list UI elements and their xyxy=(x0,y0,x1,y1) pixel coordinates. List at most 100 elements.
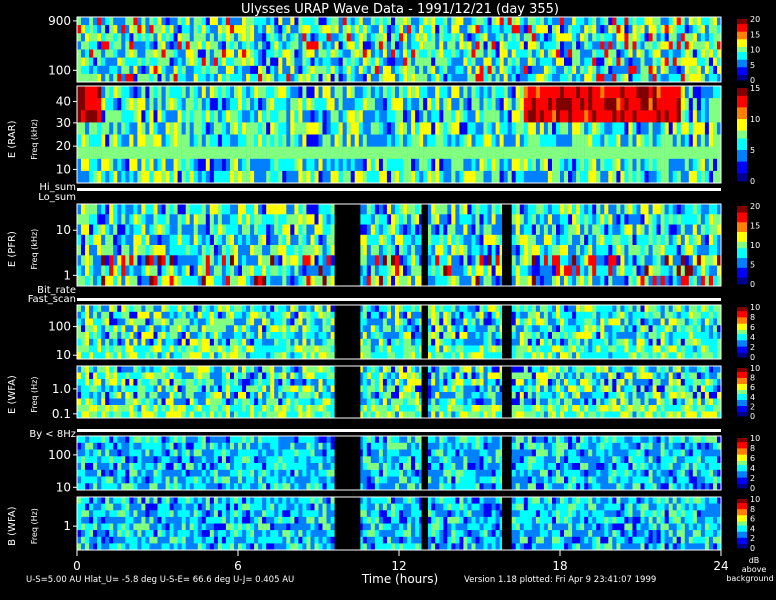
spectrogram-cell xyxy=(326,49,331,58)
spectrogram-cell xyxy=(193,146,198,159)
spectrogram-cell xyxy=(592,204,597,215)
spectrogram-cell xyxy=(270,265,275,277)
spectrogram-cell xyxy=(527,224,533,236)
spectrogram-cell xyxy=(511,275,516,287)
spectrogram-cell xyxy=(161,345,166,353)
spectrogram-cell xyxy=(125,204,130,215)
spectrogram-cell xyxy=(250,134,255,147)
spectrogram-cell xyxy=(330,234,335,246)
spectrogram-cell xyxy=(213,332,219,339)
spectrogram-cell xyxy=(576,134,581,147)
spectrogram-cell xyxy=(334,158,339,172)
spectrogram-cell xyxy=(395,345,400,353)
spectrogram-cell xyxy=(487,41,492,50)
spectrogram-cell xyxy=(286,170,291,184)
spectrogram-cell xyxy=(399,134,404,147)
spectrogram-cell xyxy=(370,345,376,353)
spectrogram-cell xyxy=(531,86,537,99)
spectrogram-cell xyxy=(527,41,533,50)
spectrogram-cell xyxy=(656,41,661,50)
spectrogram-cell xyxy=(282,224,287,236)
panel-ylabel-sub: Freq (kHz) xyxy=(30,229,39,270)
spectrogram-cell xyxy=(684,57,690,66)
spectrogram-cell xyxy=(185,57,190,66)
spectrogram-cell xyxy=(608,214,613,225)
spectrogram-cell xyxy=(213,224,219,236)
spectrogram-cell xyxy=(217,255,223,266)
spectrogram-cell xyxy=(121,204,126,215)
spectrogram-cell xyxy=(652,234,657,246)
spectrogram-cell xyxy=(660,158,665,172)
spectrogram-cell xyxy=(519,57,525,66)
spectrogram-cell xyxy=(580,245,585,256)
spectrogram-cell xyxy=(531,352,537,360)
spectrogram-cell xyxy=(455,86,460,99)
spectrogram-cell xyxy=(487,214,492,225)
spectrogram-cell xyxy=(463,345,468,353)
spectrogram-cell xyxy=(161,134,166,147)
spectrogram-cell xyxy=(314,73,319,83)
spectrogram-cell xyxy=(302,214,307,225)
spectrogram-cell xyxy=(382,41,388,50)
spectrogram-cell xyxy=(684,204,690,215)
spectrogram-cell xyxy=(217,275,223,287)
spectrogram-cell xyxy=(475,224,480,236)
spectrogram-cell xyxy=(310,311,315,319)
spectrogram-cell xyxy=(189,33,194,42)
spectrogram-cell xyxy=(491,332,496,339)
spectrogram-cell xyxy=(358,25,364,34)
spectrogram-cell xyxy=(169,158,174,172)
spectrogram-cell xyxy=(511,65,516,75)
spectrogram-cell xyxy=(338,17,343,26)
spectrogram-cell xyxy=(173,158,178,172)
spectrogram-cell xyxy=(278,65,283,75)
spectrogram-cell xyxy=(254,311,259,319)
spectrogram-cell xyxy=(552,305,557,312)
spectrogram-cell xyxy=(584,234,589,246)
spectrogram-cell xyxy=(475,41,480,50)
spectrogram-cell xyxy=(608,57,613,66)
spectrogram-cell xyxy=(483,265,488,277)
spectrogram-cell xyxy=(129,245,134,256)
spectrogram-cell xyxy=(713,204,718,215)
spectrogram-cell xyxy=(708,255,714,266)
spectrogram-cell xyxy=(483,345,488,353)
spectrogram-cell xyxy=(604,325,609,333)
spectrogram-cell xyxy=(499,170,504,184)
spectrogram-cell xyxy=(310,146,315,159)
spectrogram-cell xyxy=(310,25,315,34)
spectrogram-cell xyxy=(560,305,565,312)
spectrogram-cell xyxy=(258,98,263,111)
spectrogram-cell xyxy=(125,338,130,346)
spectrogram-cell xyxy=(552,25,557,34)
spectrogram-cell xyxy=(322,305,327,312)
spectrogram-cell xyxy=(234,332,239,339)
spectrogram-cell xyxy=(447,345,452,353)
spectrogram-cell xyxy=(411,352,416,360)
spectrogram-cell xyxy=(161,25,166,34)
spectrogram-cell xyxy=(370,49,376,58)
spectrogram-cell xyxy=(286,146,291,159)
spectrogram-cell xyxy=(572,338,577,346)
spectrogram-cell xyxy=(560,17,565,26)
spectrogram-cell xyxy=(330,33,335,42)
spectrogram-cell xyxy=(588,332,593,339)
spectrogram-cell xyxy=(230,204,235,215)
spectrogram-cell xyxy=(374,86,380,99)
y-tick-label: 10 xyxy=(56,162,71,176)
spectrogram-cell xyxy=(81,275,86,287)
spectrogram-cell xyxy=(399,33,404,42)
spectrogram-cell xyxy=(85,41,90,50)
spectrogram-cell xyxy=(225,57,231,66)
spectrogram-cell xyxy=(262,332,267,339)
spectrogram-cell xyxy=(552,325,557,333)
spectrogram-cell xyxy=(487,170,492,184)
spectrogram-cell xyxy=(374,305,380,312)
spectrogram-cell xyxy=(427,134,432,147)
spectrogram-cell xyxy=(334,98,339,111)
spectrogram-cell xyxy=(197,17,203,26)
spectrogram-cell xyxy=(85,98,90,111)
spectrogram-cell xyxy=(290,305,295,312)
spectrogram-cell xyxy=(552,57,557,66)
spectrogram-cell xyxy=(141,134,146,147)
